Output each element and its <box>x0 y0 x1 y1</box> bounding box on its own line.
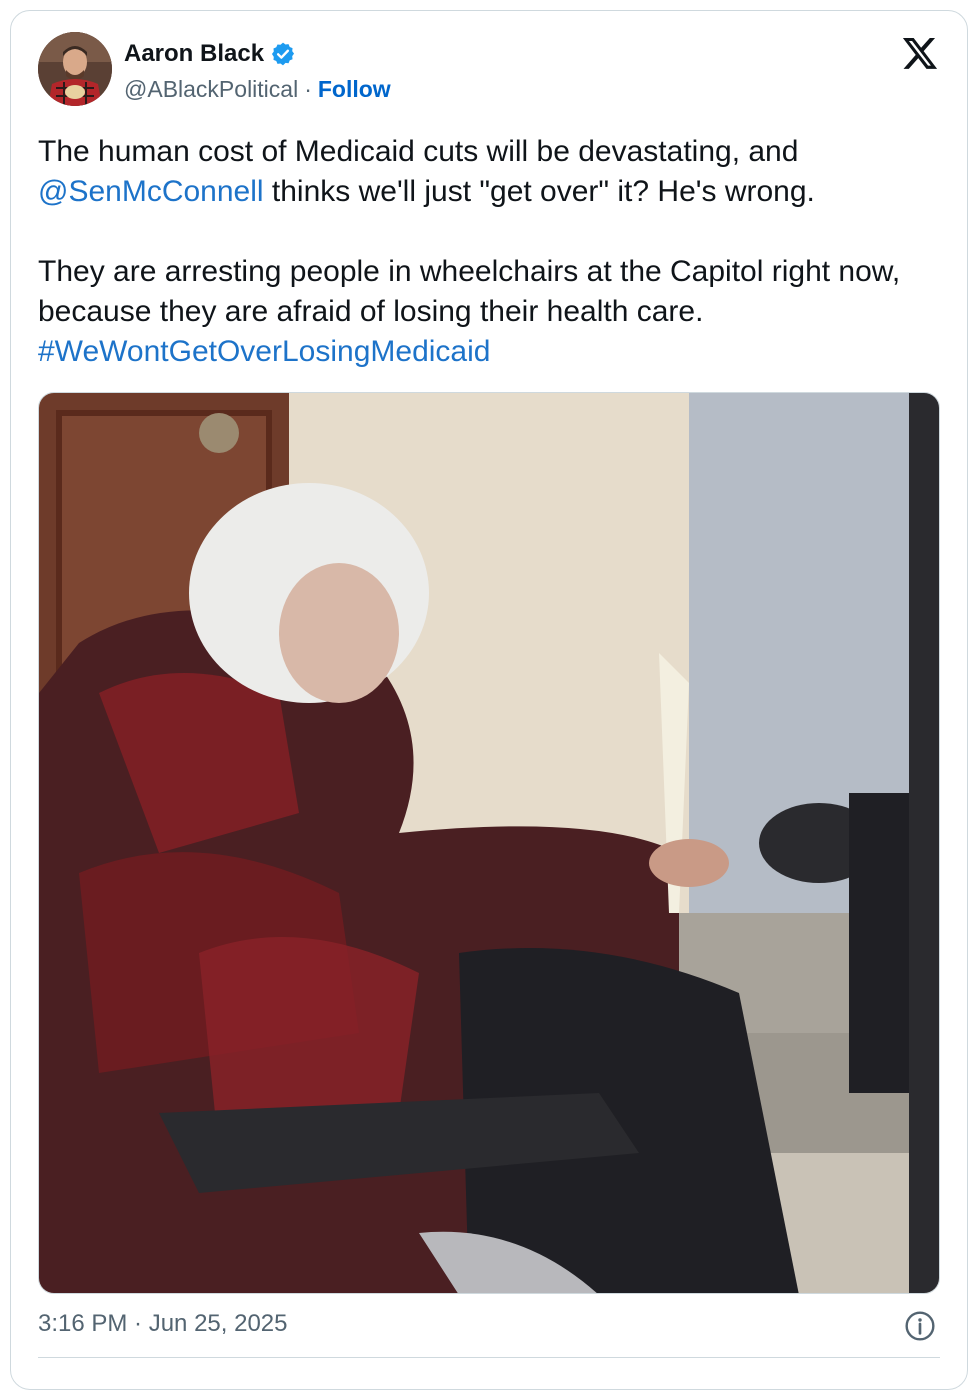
x-logo-icon[interactable] <box>900 34 940 72</box>
tweet-media[interactable] <box>38 392 940 1294</box>
author-name[interactable]: Aaron Black <box>124 40 264 68</box>
timestamp[interactable]: 3:16 PM · Jun 25, 2025 <box>38 1310 288 1338</box>
info-icon[interactable] <box>904 1310 936 1342</box>
hashtag-link[interactable]: #WeWontGetOverLosingMedicaid <box>38 335 490 368</box>
avatar[interactable] <box>38 32 112 106</box>
verified-badge-icon <box>272 42 295 66</box>
tweet-text: The human cost of Medicaid cuts will be … <box>38 132 938 372</box>
tweet-paragraph-2: They are arresting people in wheelchairs… <box>38 255 901 328</box>
mention-link[interactable]: @SenMcConnell <box>38 175 264 208</box>
media-photo <box>39 393 939 1293</box>
handle-row: @ABlackPolitical · Follow <box>124 76 391 103</box>
author-row: Aaron Black <box>124 40 296 68</box>
avatar-image <box>38 32 112 106</box>
divider <box>38 1357 940 1358</box>
author-handle[interactable]: @ABlackPolitical <box>124 76 298 103</box>
tweet-text-part: The human cost of Medicaid cuts will be … <box>38 135 799 168</box>
tweet-text-part: thinks we'll just "get over" it? He's wr… <box>263 175 815 208</box>
separator-dot: · <box>304 76 312 102</box>
tweet-paragraph-1: The human cost of Medicaid cuts will be … <box>38 132 938 212</box>
follow-button[interactable]: Follow <box>318 76 391 103</box>
